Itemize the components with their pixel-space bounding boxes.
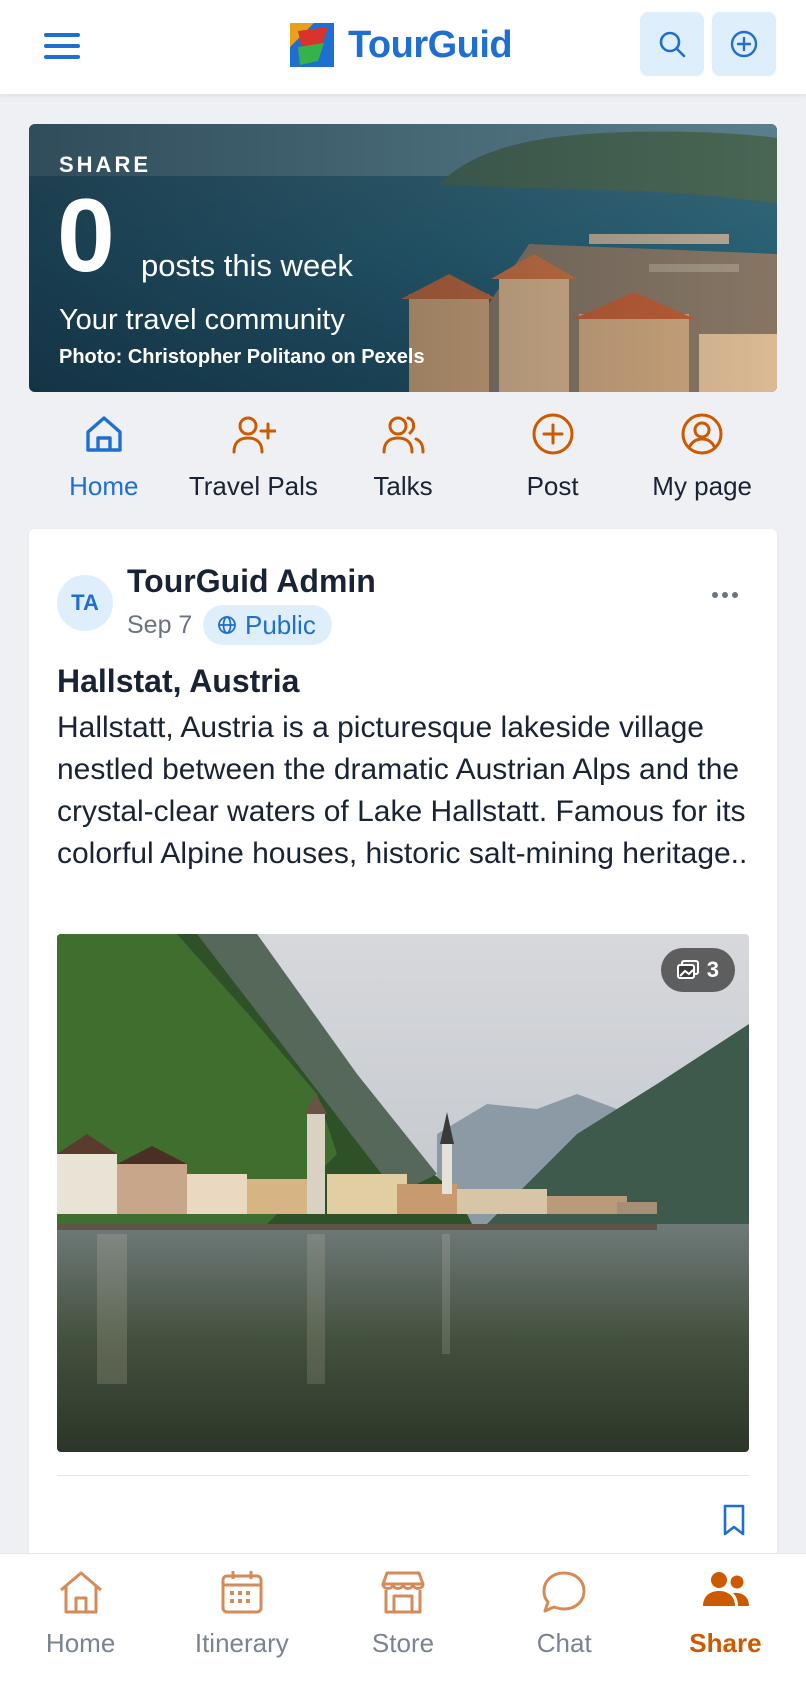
bottom-nav-store-label: Store	[371, 1628, 435, 1658]
users-icon	[382, 416, 425, 454]
post-author[interactable]: TourGuid Admin	[127, 563, 376, 600]
add-user-icon	[232, 416, 277, 454]
share-nav-my-page-label: My page	[652, 471, 753, 501]
search-icon	[659, 31, 686, 58]
globe-icon	[218, 616, 236, 634]
top-app-bar: TourGuid	[0, 0, 806, 95]
calendar-icon	[221, 1571, 263, 1614]
post-body[interactable]: Hallstatt, Austria is a picturesque lake…	[57, 707, 757, 875]
hamburger-menu-icon[interactable]	[44, 26, 88, 66]
users-filled-icon	[703, 1572, 750, 1606]
share-nav-home[interactable]: Home	[29, 405, 179, 505]
weekly-post-count-label: posts this week	[141, 248, 353, 283]
post-title[interactable]: Hallstat, Austria	[57, 663, 299, 700]
plus-circle-icon	[730, 30, 758, 58]
hero-eyebrow: SHARE	[59, 152, 152, 177]
search-button[interactable]	[640, 12, 704, 76]
share-section-nav: Home Travel Pals Talks Post My page	[29, 405, 777, 505]
brand[interactable]: TourGuid	[288, 20, 513, 70]
bottom-nav-share[interactable]: Share	[645, 1554, 806, 1698]
bottom-nav-home[interactable]: Home	[0, 1554, 161, 1698]
add-button[interactable]	[712, 12, 776, 76]
bottom-nav-chat[interactable]: Chat	[484, 1554, 645, 1698]
home-icon	[86, 416, 122, 452]
plus-circle-icon	[532, 413, 574, 455]
share-nav-travel-pals-label: Travel Pals	[188, 471, 318, 501]
photo-count: 3	[706, 957, 719, 982]
bottom-nav-home-label: Home	[45, 1628, 116, 1658]
share-nav-post-label: Post	[526, 471, 579, 501]
share-nav-post[interactable]: Post	[478, 405, 628, 505]
share-nav-talks-label: Talks	[373, 471, 433, 501]
visibility-badge: Public	[203, 605, 332, 645]
bottom-navigation: Home Itinerary Store Chat Share	[0, 1553, 806, 1698]
photo-credit: Photo: Christopher Politano on Pexels	[59, 346, 425, 368]
hallstatt-photo	[57, 934, 749, 1452]
brand-logo-icon	[290, 23, 334, 67]
share-nav-my-page[interactable]: My page	[627, 405, 777, 505]
bottom-nav-chat-label: Chat	[536, 1628, 592, 1658]
bottom-nav-share-label: Share	[689, 1628, 762, 1658]
images-icon	[676, 960, 699, 979]
post-photo[interactable]: 3	[57, 934, 749, 1452]
chat-bubble-icon	[542, 1571, 586, 1613]
visibility-label: Public	[245, 609, 316, 640]
user-circle-icon	[681, 413, 723, 455]
share-nav-home-label: Home	[69, 471, 139, 501]
post-card[interactable]: TA TourGuid Admin Sep 7 Public Hallstat,…	[29, 529, 777, 1559]
photo-count-badge[interactable]: 3	[660, 948, 735, 992]
avatar[interactable]: TA	[57, 575, 113, 631]
share-hero-banner: SHARE 0 posts this week Your travel comm…	[29, 124, 777, 392]
post-date: Sep 7	[127, 611, 193, 639]
store-icon	[381, 1571, 425, 1614]
bookmark-icon[interactable]	[719, 1503, 749, 1537]
card-divider	[57, 1475, 749, 1476]
share-nav-talks[interactable]: Talks	[328, 405, 478, 505]
more-horizontal-icon[interactable]	[705, 583, 745, 607]
share-nav-travel-pals[interactable]: Travel Pals	[179, 405, 329, 505]
bottom-nav-itinerary[interactable]: Itinerary	[161, 1554, 322, 1698]
brand-name: TourGuid	[348, 23, 513, 66]
bottom-nav-store[interactable]: Store	[322, 1554, 483, 1698]
bottom-nav-itinerary-label: Itinerary	[194, 1628, 289, 1658]
hero-subtitle: Your travel community	[59, 304, 345, 336]
home-icon	[59, 1571, 102, 1614]
weekly-post-count: 0	[57, 178, 115, 294]
